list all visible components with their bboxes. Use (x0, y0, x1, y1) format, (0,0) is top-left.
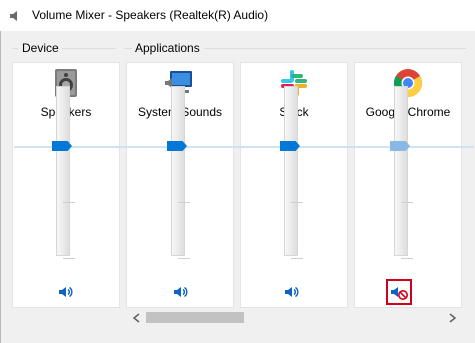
scroll-right-icon[interactable] (446, 312, 458, 324)
window-title: Volume Mixer - Speakers (Realtek(R) Audi… (32, 8, 269, 22)
speaker-icon (59, 286, 73, 298)
device-group-label: Device (20, 41, 61, 55)
scroll-left-icon[interactable] (131, 312, 143, 324)
window-border (0, 31, 1, 343)
applications-group-line-left (124, 48, 132, 49)
volume-slider-slack[interactable] (284, 86, 298, 256)
mute-button-google-chrome[interactable] (386, 279, 412, 305)
volume-slider-google-chrome[interactable] (394, 86, 408, 256)
applications-group-label: Applications (133, 41, 202, 55)
applications-group-line-right (204, 48, 466, 49)
mute-button-system-sounds[interactable] (171, 282, 191, 302)
mute-button-slack[interactable] (282, 282, 302, 302)
volume-mixer-icon (10, 11, 17, 21)
slider-tick (401, 258, 413, 259)
slider-tick (291, 202, 303, 203)
device-group-line-left (12, 48, 18, 49)
volume-slider-speakers[interactable] (56, 86, 70, 256)
mute-button-speakers[interactable] (56, 282, 76, 302)
device-group-line-right (62, 48, 116, 49)
scrollbar-thumb[interactable] (146, 312, 244, 323)
horizontal-scrollbar[interactable] (128, 309, 461, 326)
volume-slider-system-sounds[interactable] (171, 86, 185, 256)
speaker-icon (174, 286, 188, 298)
channel-google-chrome: Google Chrome (354, 62, 462, 308)
slider-tick (63, 202, 75, 203)
slider-tick (401, 202, 413, 203)
slider-tick (291, 258, 303, 259)
slider-tick (178, 258, 190, 259)
speaker-icon (285, 286, 299, 298)
channel-label: Google Chrome (365, 105, 451, 119)
slider-tick (63, 258, 75, 259)
title-bar[interactable]: Volume Mixer - Speakers (Realtek(R) Audi… (0, 0, 475, 31)
speaker-muted-icon (391, 287, 408, 300)
slider-tick (178, 202, 190, 203)
